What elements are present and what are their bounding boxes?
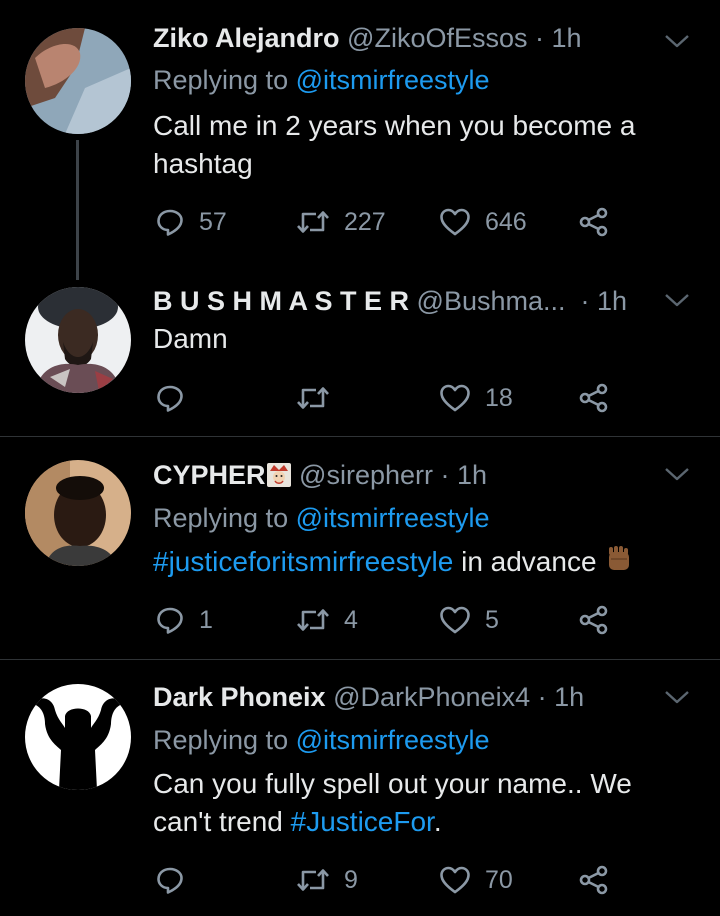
- timestamp[interactable]: 1h: [554, 682, 584, 712]
- like-count: 5: [485, 605, 499, 634]
- tweet-text-rest: in advance: [453, 546, 597, 577]
- reply-count: 57: [199, 207, 227, 236]
- retweet-icon: [296, 865, 330, 895]
- mention-link[interactable]: @itsmirfreestyle: [296, 503, 490, 533]
- separator-dot: ·: [535, 23, 545, 53]
- raised-fist-emoji-icon: [604, 545, 634, 585]
- tweet-text: Damn: [153, 323, 228, 354]
- chevron-down-icon[interactable]: [662, 686, 692, 708]
- replying-prefix: Replying to: [153, 503, 296, 533]
- mention-link[interactable]: @itsmirfreestyle: [296, 725, 490, 755]
- like-button[interactable]: 70: [439, 860, 513, 900]
- tweet-card[interactable]: B U S H M A S T E R @Bushma... · 1h Damn…: [0, 265, 720, 435]
- share-icon: [578, 383, 610, 413]
- avatar[interactable]: [25, 684, 131, 790]
- separator-dot: ·: [537, 682, 547, 712]
- action-bar: 1 4 5: [153, 600, 673, 640]
- retweet-button[interactable]: 227: [296, 202, 386, 242]
- tweet-text: Call me in 2 years when you become a has…: [153, 110, 636, 179]
- like-button[interactable]: 5: [439, 600, 499, 640]
- retweet-button[interactable]: [296, 378, 344, 418]
- display-name[interactable]: CYPHER: [153, 460, 266, 490]
- retweet-icon: [296, 383, 330, 413]
- replying-to: Replying to @itsmirfreestyle: [153, 502, 490, 534]
- tweet-header: B U S H M A S T E R @Bushma... · 1h: [153, 285, 627, 317]
- replying-to: Replying to @itsmirfreestyle: [153, 724, 490, 756]
- share-button[interactable]: [578, 378, 610, 418]
- heart-icon: [439, 605, 471, 635]
- share-button[interactable]: [578, 860, 610, 900]
- action-bar: 18: [153, 378, 673, 418]
- avatar[interactable]: [25, 287, 131, 393]
- reply-icon: [155, 865, 185, 895]
- timestamp[interactable]: 1h: [552, 23, 582, 53]
- handle[interactable]: @Bushma...: [417, 286, 566, 316]
- thread-line: [76, 140, 79, 280]
- hashtag-link[interactable]: #JusticeFor: [291, 806, 434, 837]
- avatar[interactable]: [25, 28, 131, 134]
- replying-prefix: Replying to: [153, 725, 296, 755]
- action-bar: 9 70: [153, 860, 673, 900]
- share-icon: [578, 605, 610, 635]
- tweet-header: CYPHER @sirepherr · 1h: [153, 459, 487, 495]
- hashtag-link[interactable]: #justiceforitsmirfreestyle: [153, 546, 453, 577]
- share-button[interactable]: [578, 600, 610, 640]
- share-icon: [578, 865, 610, 895]
- tweet-header: Ziko Alejandro @ZikoOfEssos · 1h: [153, 22, 582, 54]
- display-name[interactable]: Ziko Alejandro: [153, 23, 340, 53]
- retweet-icon: [296, 605, 330, 635]
- chevron-down-icon[interactable]: [662, 289, 692, 311]
- reply-button[interactable]: [155, 860, 199, 900]
- chevron-down-icon[interactable]: [662, 30, 692, 52]
- reply-button[interactable]: [155, 378, 199, 418]
- retweet-icon: [296, 207, 330, 237]
- retweet-count: 9: [344, 865, 358, 894]
- retweet-count: 4: [344, 605, 358, 634]
- like-count: 646: [485, 207, 527, 236]
- mention-link[interactable]: @itsmirfreestyle: [296, 65, 490, 95]
- reply-button[interactable]: 1: [155, 600, 213, 640]
- tweet-card[interactable]: Ziko Alejandro @ZikoOfEssos · 1h Replyin…: [0, 0, 720, 280]
- tweet-text: Can you fully spell out your name.. We c…: [153, 765, 713, 841]
- reply-icon: [155, 605, 185, 635]
- tweet-card[interactable]: Dark Phoneix @DarkPhoneix4 · 1h Replying…: [0, 660, 720, 916]
- like-button[interactable]: 18: [439, 378, 513, 418]
- display-name[interactable]: B U S H M A S T E R: [153, 286, 409, 316]
- retweet-button[interactable]: 4: [296, 600, 358, 640]
- handle[interactable]: @sirepherr: [299, 460, 433, 490]
- like-count: 18: [485, 383, 513, 412]
- reply-count: 1: [199, 605, 213, 634]
- tweet-text-line: Can you fully spell out your name.. We: [153, 768, 632, 799]
- reply-icon: [155, 207, 185, 237]
- handle[interactable]: @DarkPhoneix4: [333, 682, 530, 712]
- replying-prefix: Replying to: [153, 65, 296, 95]
- tweet-header: Dark Phoneix @DarkPhoneix4 · 1h: [153, 681, 584, 713]
- tweet-card[interactable]: CYPHER @sirepherr · 1h Replying to @itsm…: [0, 437, 720, 659]
- reply-icon: [155, 383, 185, 413]
- heart-icon: [439, 383, 471, 413]
- action-bar: 57 227 646: [153, 202, 673, 242]
- heart-icon: [439, 207, 471, 237]
- retweet-count: 227: [344, 207, 386, 236]
- handle[interactable]: @ZikoOfEssos: [347, 23, 527, 53]
- joker-emoji-icon: [266, 462, 292, 495]
- reply-button[interactable]: 57: [155, 202, 227, 242]
- tweet-text-line: .: [433, 806, 442, 837]
- separator-dot: ·: [573, 286, 590, 316]
- tweet-text: #justiceforitsmirfreestyle in advance: [153, 543, 713, 585]
- share-button[interactable]: [578, 202, 610, 242]
- timestamp[interactable]: 1h: [457, 460, 487, 490]
- share-icon: [578, 207, 610, 237]
- like-count: 70: [485, 865, 513, 894]
- display-name[interactable]: Dark Phoneix: [153, 682, 326, 712]
- avatar[interactable]: [25, 460, 131, 566]
- separator-dot: ·: [440, 460, 450, 490]
- tweet-text-line: can't trend: [153, 806, 291, 837]
- timestamp[interactable]: 1h: [597, 286, 627, 316]
- retweet-button[interactable]: 9: [296, 860, 358, 900]
- like-button[interactable]: 646: [439, 202, 527, 242]
- replying-to: Replying to @itsmirfreestyle: [153, 64, 490, 96]
- chevron-down-icon[interactable]: [662, 463, 692, 485]
- heart-icon: [439, 865, 471, 895]
